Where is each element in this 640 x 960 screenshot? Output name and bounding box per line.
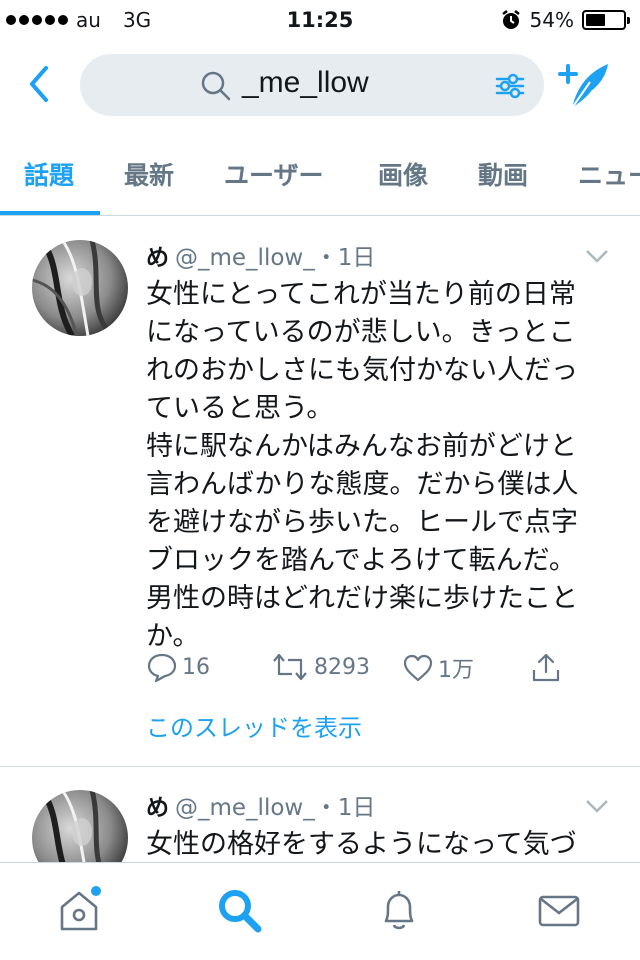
tweet-text: 女性にとってこれが当たり前の日常 になっているのが悲しい。きっとこ れのおかしさ…	[146, 276, 606, 656]
search-query[interactable]: _me_llow	[242, 66, 369, 100]
retweet-icon	[273, 653, 307, 681]
home-icon[interactable]	[54, 885, 104, 935]
reply-count: 16	[182, 654, 210, 680]
tab-news[interactable]: ニュー	[578, 156, 640, 192]
avatar-photo	[32, 790, 128, 862]
reply-icon	[147, 653, 177, 682]
handle-and-time: @_me_llow_・1日	[175, 245, 376, 271]
handle-and-time: @_me_llow_・1日	[175, 795, 376, 821]
tab-users[interactable]: ユーザー	[224, 156, 324, 192]
battery-percent: 54%	[529, 8, 574, 32]
tweet-line: ていると思う。	[146, 393, 334, 424]
tweet-header: め @_me_llow_・1日	[146, 238, 375, 272]
messages-envelope-icon[interactable]	[534, 885, 584, 935]
avatar[interactable]	[32, 240, 128, 336]
search-bar[interactable]: _me_llow	[80, 54, 544, 116]
compose-tweet-icon[interactable]	[556, 58, 612, 112]
tweet-line: 男性の時はどれだけ楽に歩けたこと	[146, 583, 578, 614]
tweet-card[interactable]: め @_me_llow_・1日 女性の格好をするようになって気づ	[0, 766, 640, 862]
filter-sliders-icon[interactable]	[494, 70, 526, 102]
chevron-down-icon[interactable]	[584, 798, 610, 814]
tweet-text: 女性の格好をするようになって気づ	[146, 826, 606, 862]
tweet-card[interactable]: め @_me_llow_・1日 女性にとってこれが当たり前の日常 になっているのが…	[0, 216, 640, 766]
status-bar: au 3G 11:25 54%	[0, 0, 640, 40]
search-icon	[201, 71, 231, 101]
active-tab-indicator	[0, 211, 100, 215]
notifications-bell-icon[interactable]	[374, 885, 424, 935]
status-right: 54%	[500, 8, 630, 32]
tab-topics[interactable]: 話題	[24, 156, 74, 192]
tweet-line: になっているのが悲しい。きっとこ	[146, 317, 576, 348]
tab-latest[interactable]: 最新	[124, 156, 174, 192]
search-tab-icon[interactable]	[214, 885, 264, 935]
like-count: 1万	[438, 658, 474, 683]
tweet-line: を避けながら歩いた。ヒールで点字	[146, 507, 578, 538]
display-name[interactable]: め	[146, 795, 169, 821]
tweet-line: 言わんばかりな態度。だから僕は人	[146, 469, 579, 500]
tab-images[interactable]: 画像	[378, 156, 428, 192]
show-thread-link[interactable]: このスレッドを表示	[146, 708, 362, 743]
like-button[interactable]: 1万	[402, 652, 474, 684]
back-chevron-icon[interactable]	[22, 62, 62, 106]
reply-button[interactable]: 16	[146, 652, 210, 682]
battery-icon	[582, 10, 630, 30]
tweet-actions: 16 8293 1万	[146, 652, 606, 692]
alarm-icon	[501, 10, 520, 29]
search-tabs: 話題 最新 ユーザー 画像 動画 ニュー	[0, 146, 640, 216]
avatar-photo	[32, 240, 128, 336]
avatar[interactable]	[32, 790, 128, 862]
bottom-tab-bar	[0, 862, 640, 960]
tweet-line: れのおかしさにも気付かない人だっ	[146, 355, 578, 386]
heart-icon	[403, 654, 433, 682]
share-icon[interactable]	[530, 652, 562, 684]
tweet-line: か。	[146, 621, 200, 652]
tweet-line: ブロックを踏んでよろけて転んだ。	[146, 545, 576, 576]
tweet-header: め @_me_llow_・1日	[146, 788, 375, 822]
tab-videos[interactable]: 動画	[478, 156, 528, 192]
tweet-line: 特に駅なんかはみんなお前がどけと	[146, 431, 577, 462]
tweet-line: 女性の格好をするようになって気づ	[146, 829, 577, 860]
display-name[interactable]: め	[146, 245, 169, 271]
retweet-button[interactable]: 8293	[270, 652, 370, 682]
tweet-line: 女性にとってこれが当たり前の日常	[146, 279, 576, 310]
chevron-down-icon[interactable]	[584, 248, 610, 264]
retweet-count: 8293	[314, 654, 370, 680]
